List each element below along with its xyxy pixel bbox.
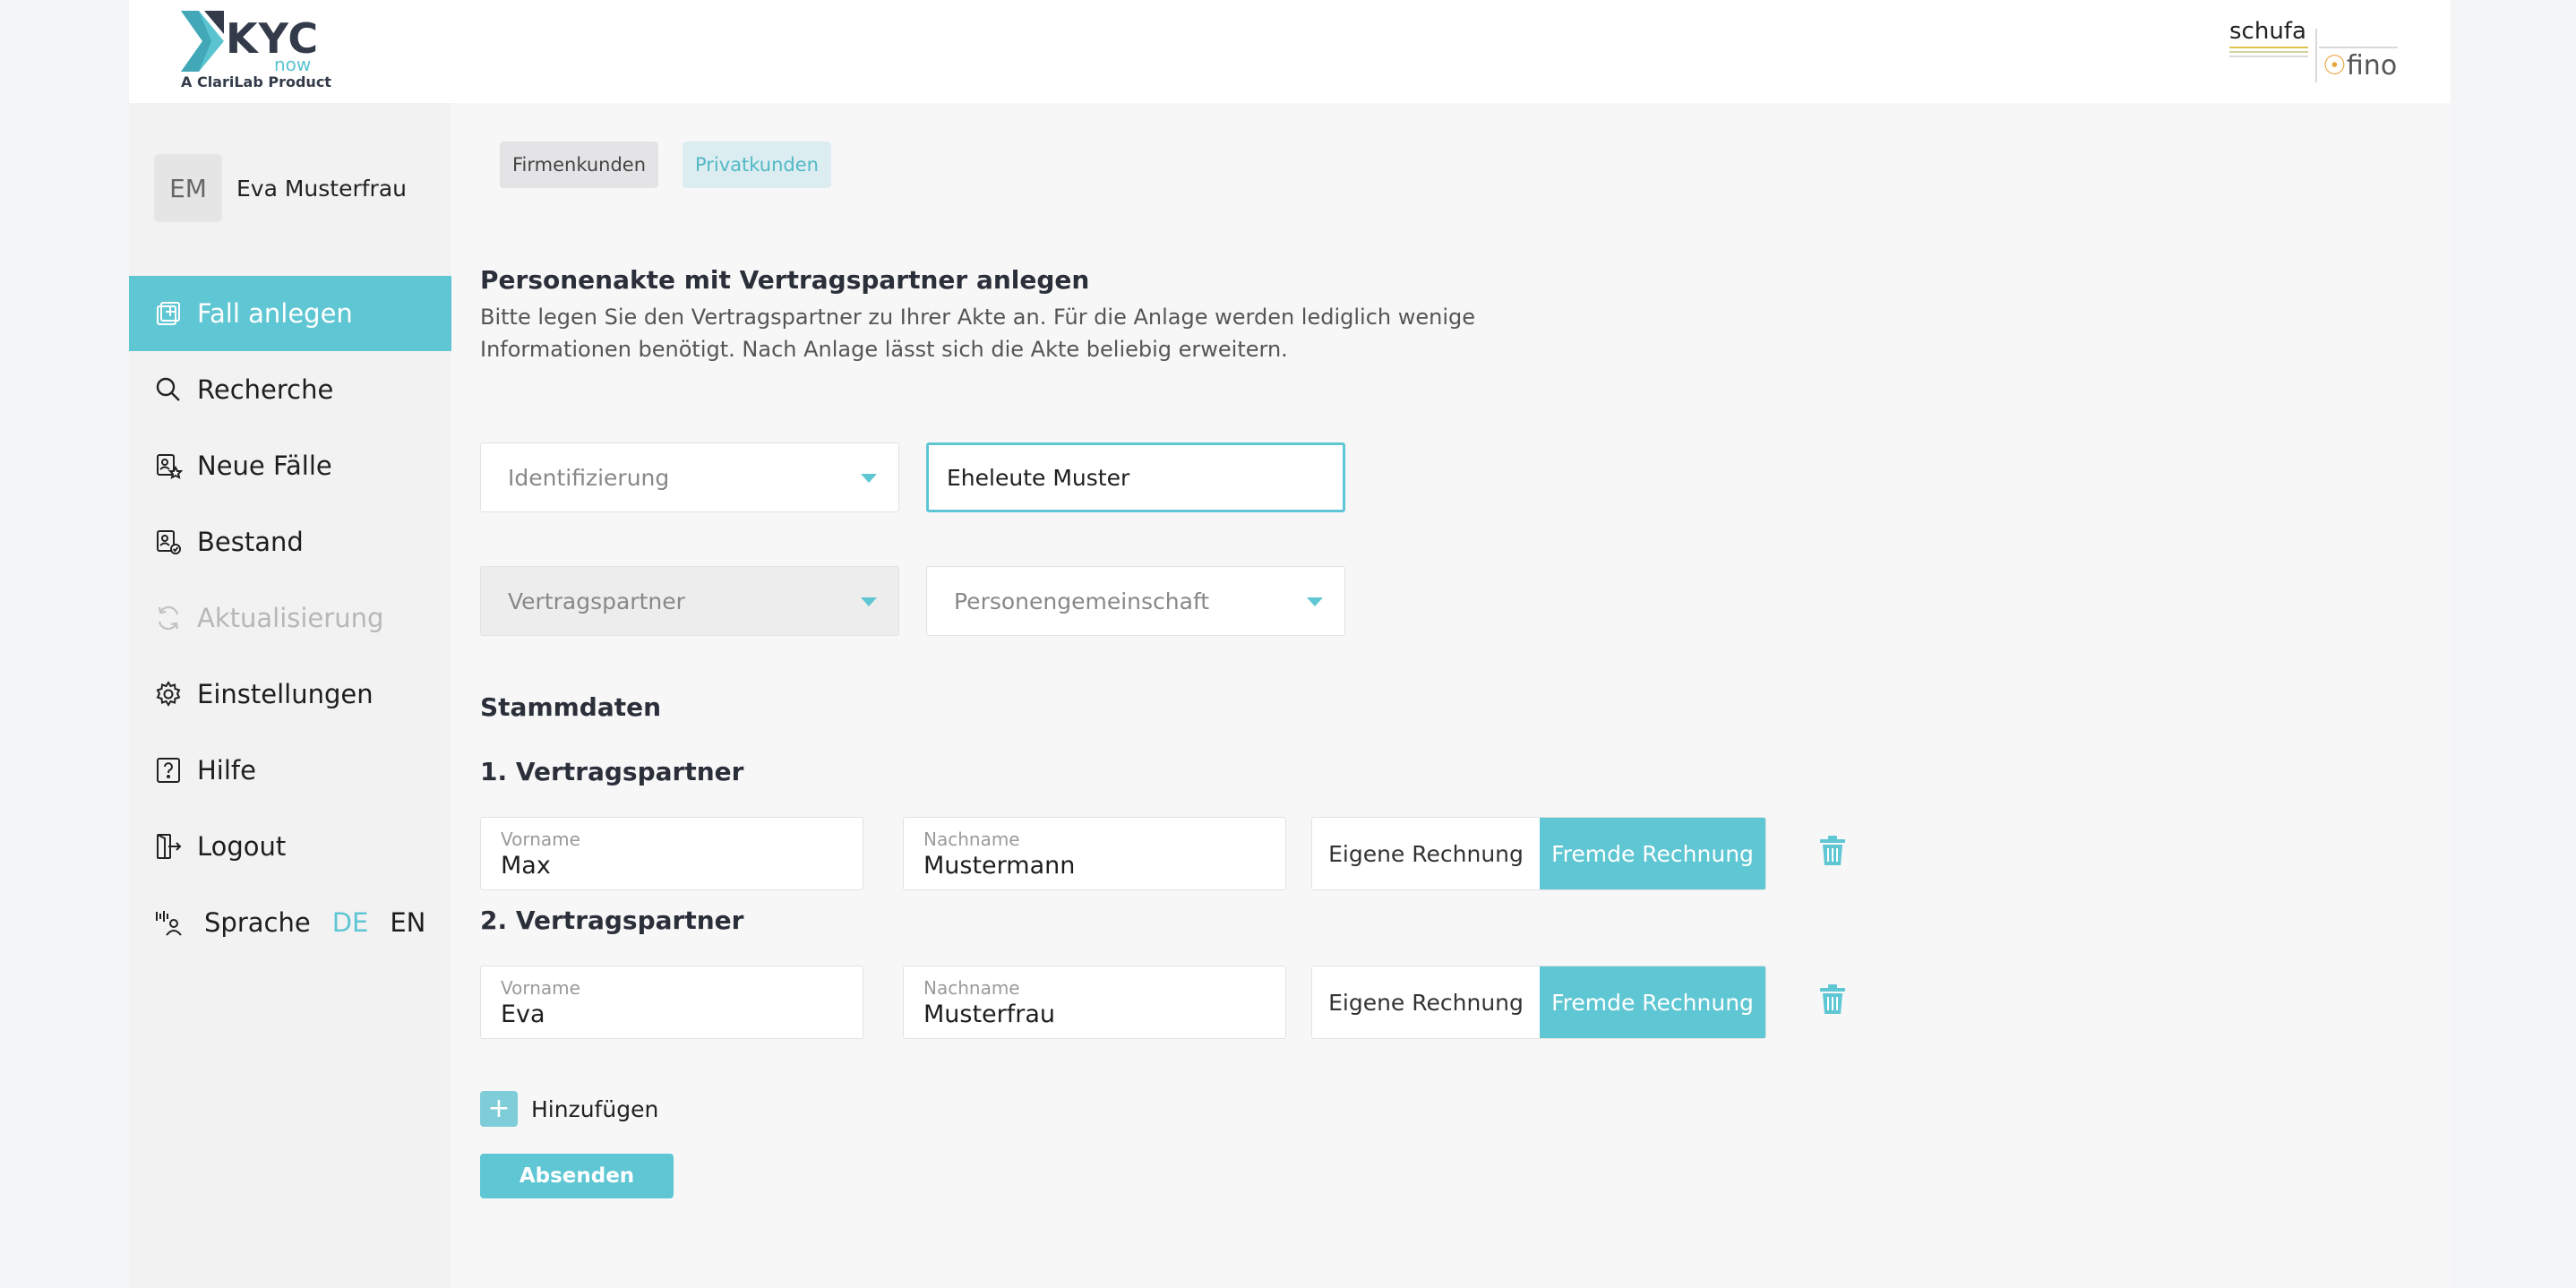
add-case-icon xyxy=(154,299,183,328)
partner-1-foreign-account-option[interactable]: Fremde Rechnung xyxy=(1540,818,1765,889)
partner-1-first-name-field[interactable]: Vorname Max xyxy=(480,817,863,890)
partner-kind-value: Personengemeinschaft xyxy=(954,588,1210,614)
partner-2-last-name-field[interactable]: Nachname Musterfrau xyxy=(903,966,1286,1039)
master-data-title: Stammdaten xyxy=(480,692,662,722)
fino-logo: ☉fino xyxy=(2323,50,2397,82)
partner-type-placeholder: Vertragspartner xyxy=(508,588,685,614)
partner-divider xyxy=(2315,29,2317,82)
partner-2-first-name-field[interactable]: Vorname Eva xyxy=(480,966,863,1039)
partner-rule xyxy=(2319,47,2398,48)
kyc-logo-mark-icon xyxy=(181,11,224,72)
avatar: EM xyxy=(154,154,222,222)
sidebar-item-label: Bestand xyxy=(197,527,304,557)
first-name-value: Eva xyxy=(501,1000,545,1028)
last-name-value: Musterfrau xyxy=(923,1000,1056,1028)
last-name-label: Nachname xyxy=(923,829,1020,850)
search-icon xyxy=(154,375,183,404)
language-label: Sprache xyxy=(204,907,311,938)
logout-icon xyxy=(154,832,183,861)
language-option-de[interactable]: DE xyxy=(332,907,369,938)
gear-icon xyxy=(154,680,183,708)
help-icon xyxy=(154,756,183,785)
portfolio-icon xyxy=(154,528,183,556)
kyc-now-logo[interactable]: KYC now A ClariLab Product xyxy=(181,11,331,93)
chevron-down-icon xyxy=(1307,597,1323,606)
partner-2-trash-icon[interactable] xyxy=(1818,984,1847,1015)
logo-subtext: now xyxy=(274,54,312,75)
partner-kind-select[interactable]: Personengemeinschaft xyxy=(926,566,1345,636)
sidebar-item-label: Neue Fälle xyxy=(197,451,332,481)
chevron-down-icon xyxy=(861,474,877,483)
plus-icon: + xyxy=(480,1091,518,1127)
add-partner-button[interactable]: + Hinzufügen xyxy=(480,1091,658,1127)
page-frame xyxy=(129,0,2451,1288)
partner-2-own-account-option[interactable]: Eigene Rechnung xyxy=(1312,966,1540,1038)
schufa-logo: schufa xyxy=(2229,18,2306,45)
first-name-label: Vorname xyxy=(501,829,580,850)
partner-1-account-toggle: Eigene Rechnung Fremde Rechnung xyxy=(1311,817,1766,890)
partner-2-heading: 2. Vertragspartner xyxy=(480,906,744,935)
logo-tagline: A ClariLab Product xyxy=(181,73,331,90)
tab-privatkunden[interactable]: Privatkunden xyxy=(683,142,831,188)
partner-1-heading: 1. Vertragspartner xyxy=(480,757,744,786)
schufa-stripes xyxy=(2229,47,2308,59)
partner-type-select[interactable]: Vertragspartner xyxy=(480,566,899,636)
case-name-value: Eheleute Muster xyxy=(947,464,1130,491)
sidebar-item-label: Fall anlegen xyxy=(197,298,353,329)
user-name: Eva Musterfrau xyxy=(236,175,408,202)
language-switcher: Sprache DE EN xyxy=(197,907,425,938)
page-title: Personenakte mit Vertragspartner anlegen xyxy=(480,265,1090,295)
sidebar-item-bestand[interactable]: Bestand xyxy=(129,504,451,580)
language-icon xyxy=(154,908,183,937)
last-name-label: Nachname xyxy=(923,977,1020,999)
sidebar-item-hilfe[interactable]: Hilfe xyxy=(129,733,451,808)
user-profile[interactable]: EM Eva Musterfrau xyxy=(154,154,407,222)
refresh-icon xyxy=(154,604,183,632)
partner-1-own-account-option[interactable]: Eigene Rechnung xyxy=(1312,818,1540,889)
fino-mark-icon: ☉ xyxy=(2323,50,2347,82)
new-cases-icon xyxy=(154,451,183,480)
sidebar-item-aktualisierung[interactable]: Aktualisierung xyxy=(129,580,451,656)
chevron-down-icon xyxy=(861,597,877,606)
sidebar: EM Eva Musterfrau Fall anlegen Recherche… xyxy=(129,103,451,1288)
sidebar-item-neue-faelle[interactable]: Neue Fälle xyxy=(129,428,451,503)
page-intro: Bitte legen Sie den Vertragspartner zu I… xyxy=(480,305,1476,362)
sidebar-item-logout[interactable]: Logout xyxy=(129,809,451,884)
partner-1-last-name-field[interactable]: Nachname Mustermann xyxy=(903,817,1286,890)
sidebar-item-label: Hilfe xyxy=(197,755,256,786)
fino-logo-text: fino xyxy=(2346,50,2398,82)
sidebar-item-label: Recherche xyxy=(197,374,334,405)
identification-select-placeholder: Identifizierung xyxy=(508,464,670,491)
sidebar-item-recherche[interactable]: Recherche xyxy=(129,352,451,427)
sidebar-item-label: Einstellungen xyxy=(197,679,374,709)
top-bar: KYC now A ClariLab Product schufa ☉fino xyxy=(129,0,2451,103)
identification-select[interactable]: Identifizierung xyxy=(480,442,899,512)
partner-1-trash-icon[interactable] xyxy=(1818,836,1847,866)
partner-2-account-toggle: Eigene Rechnung Fremde Rechnung xyxy=(1311,966,1766,1039)
case-name-input[interactable]: Eheleute Muster xyxy=(926,442,1345,512)
sidebar-item-label: Aktualisierung xyxy=(197,603,384,633)
first-name-value: Max xyxy=(501,852,551,880)
partner-logos: schufa ☉fino xyxy=(2229,18,2400,90)
last-name-value: Mustermann xyxy=(923,852,1076,880)
add-partner-label: Hinzufügen xyxy=(531,1095,659,1122)
tab-firmenkunden[interactable]: Firmenkunden xyxy=(500,142,659,188)
sidebar-item-sprache: Sprache DE EN xyxy=(129,885,451,960)
language-option-en[interactable]: EN xyxy=(390,907,425,938)
submit-button[interactable]: Absenden xyxy=(480,1154,674,1198)
partner-2-foreign-account-option[interactable]: Fremde Rechnung xyxy=(1540,966,1765,1038)
first-name-label: Vorname xyxy=(501,977,580,999)
sidebar-item-label: Logout xyxy=(197,831,287,862)
sidebar-nav: Fall anlegen Recherche Neue Fälle Bestan… xyxy=(129,276,451,961)
sidebar-item-fall-anlegen[interactable]: Fall anlegen xyxy=(129,276,451,351)
sidebar-item-einstellungen[interactable]: Einstellungen xyxy=(129,657,451,732)
